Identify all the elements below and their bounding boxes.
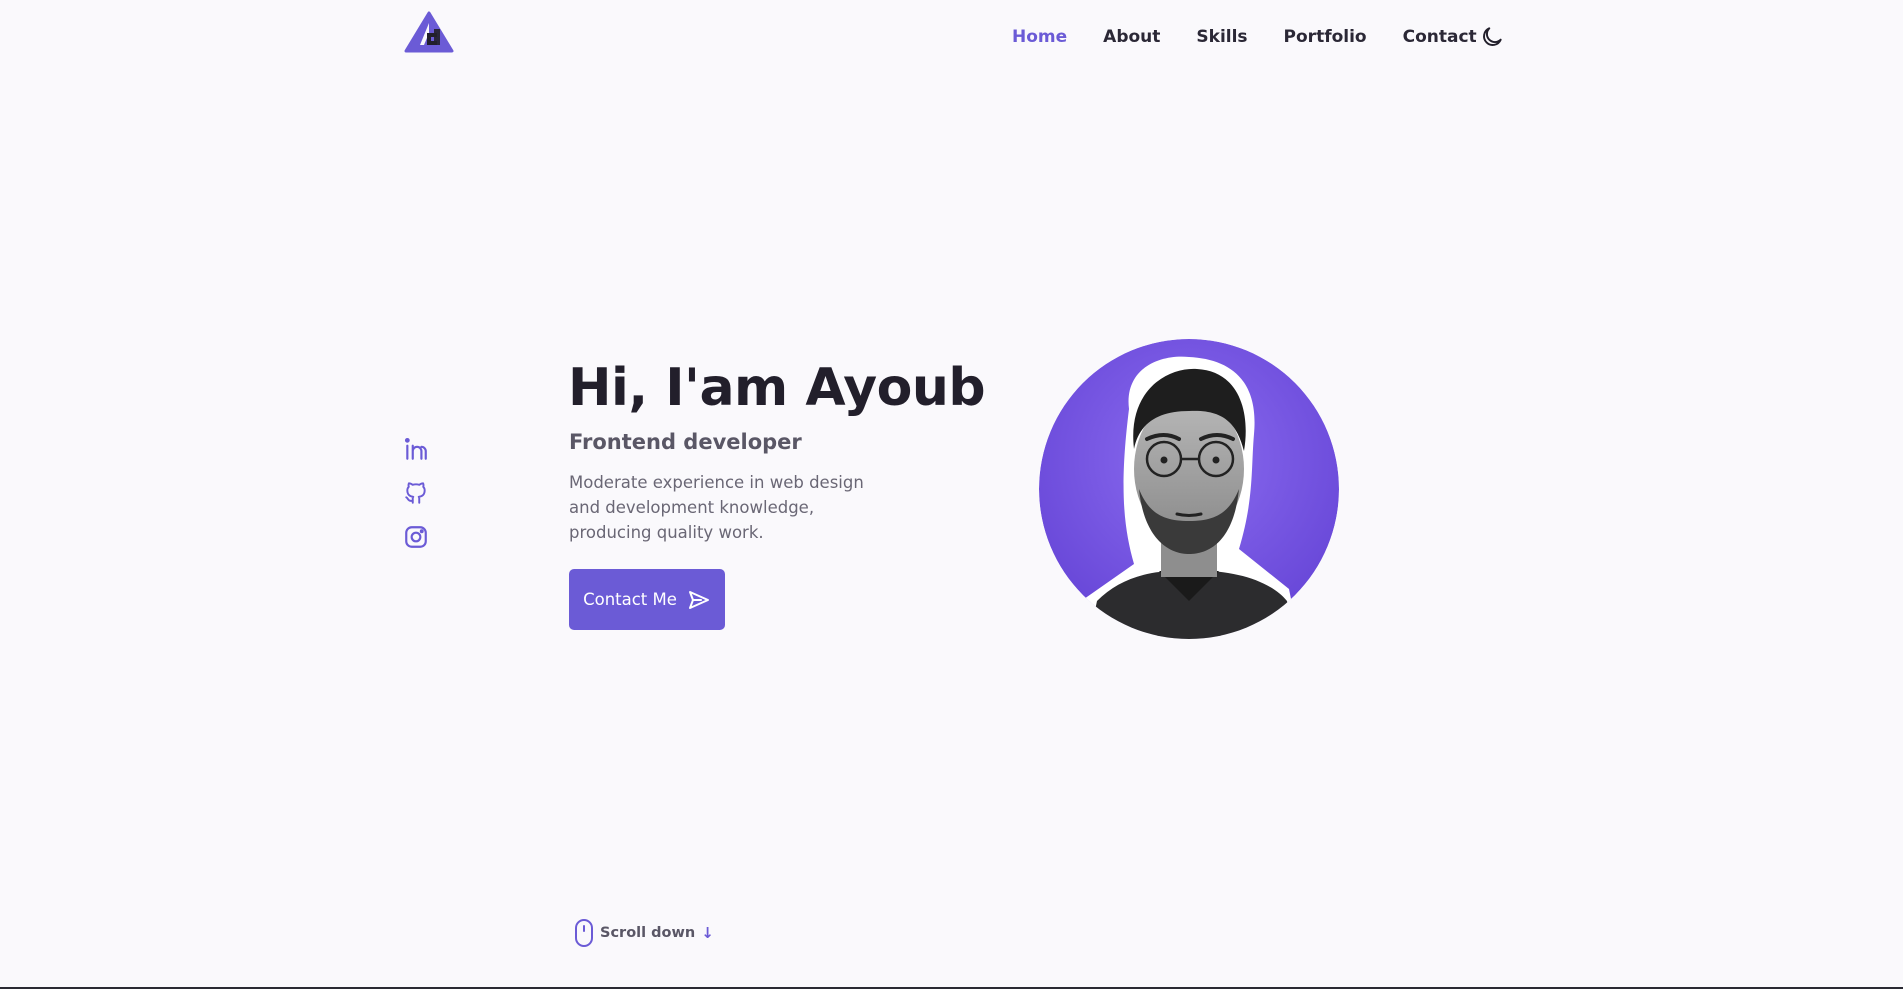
main-nav: Home About Skills Portfolio Contact bbox=[1012, 27, 1513, 47]
avatar bbox=[1039, 339, 1339, 639]
nav-home[interactable]: Home bbox=[1012, 27, 1067, 47]
hero-subtitle: Frontend developer bbox=[569, 430, 802, 454]
contact-me-label: Contact Me bbox=[583, 590, 677, 609]
github-icon[interactable] bbox=[403, 480, 429, 506]
instagram-icon[interactable] bbox=[403, 524, 429, 550]
arrow-down-icon: ↓ bbox=[701, 924, 714, 942]
logo[interactable] bbox=[404, 11, 454, 55]
mouse-icon bbox=[575, 919, 593, 947]
nav-about[interactable]: About bbox=[1103, 27, 1160, 47]
moon-icon[interactable] bbox=[1479, 24, 1505, 50]
hero-description: Moderate experience in web design and de… bbox=[569, 473, 864, 542]
linkedin-icon[interactable] bbox=[403, 436, 429, 462]
hero-title: Hi, I'am Ayoub bbox=[568, 358, 986, 418]
scroll-down-link[interactable]: Scroll down ↓ bbox=[574, 918, 714, 948]
header: Home About Skills Portfolio Contact bbox=[0, 0, 1903, 76]
send-icon bbox=[688, 590, 709, 609]
nav-skills[interactable]: Skills bbox=[1196, 27, 1247, 47]
social-links bbox=[403, 436, 429, 568]
contact-me-button[interactable]: Contact Me bbox=[569, 569, 725, 630]
nav-portfolio[interactable]: Portfolio bbox=[1284, 27, 1367, 47]
nav-contact[interactable]: Contact bbox=[1403, 27, 1477, 47]
scroll-down-label: Scroll down bbox=[600, 925, 696, 941]
